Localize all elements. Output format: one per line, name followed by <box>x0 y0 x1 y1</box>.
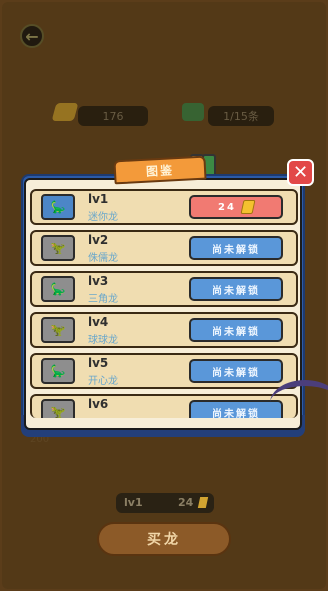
buy-dragon-button[interactable]: 买龙 <box>97 522 231 556</box>
list-item: 🦖 lv6 尚未解锁 <box>30 394 298 418</box>
list-item: 🦕 lv3 三角龙 尚未解锁 <box>30 271 298 307</box>
background-decoration <box>270 380 328 426</box>
dinosaur-name: 迷你龙 <box>88 212 118 223</box>
buy-price: 24 <box>178 496 194 509</box>
dinosaur-name: 三角龙 <box>88 294 118 305</box>
dinosaur-avatar: 🦖 <box>41 235 75 261</box>
level-label: lv2 <box>88 233 109 247</box>
locked-button[interactable]: 尚未解锁 <box>189 236 283 260</box>
dinosaur-avatar: 🦕 <box>41 194 75 220</box>
dinosaur-name: 球球龙 <box>88 335 118 346</box>
list-item: 🦖 lv4 球球龙 尚未解锁 <box>30 312 298 348</box>
dinosaur-list: 🦕 lv1 迷你龙 24 🦖 lv2 侏儒龙 尚未解锁 🦕 lv3 三角龙 尚未… <box>30 189 298 423</box>
buy-level-bar: lv1 24 <box>116 493 214 513</box>
level-label: lv3 <box>88 274 109 288</box>
locked-button[interactable]: 尚未解锁 <box>189 400 283 418</box>
buy-level-label: lv1 <box>124 496 143 509</box>
locked-button[interactable]: 尚未解锁 <box>189 359 283 383</box>
level-label: lv5 <box>88 356 109 370</box>
modal-title: 图鉴 <box>113 155 207 185</box>
level-label: lv4 <box>88 315 109 329</box>
level-label: lv1 <box>88 192 109 206</box>
list-item: 🦖 lv2 侏儒龙 尚未解锁 <box>30 230 298 266</box>
list-item: 🦕 lv5 开心龙 尚未解锁 <box>30 353 298 389</box>
dinosaur-name: 开心龙 <box>88 376 118 387</box>
coin-icon <box>197 497 209 508</box>
level-label: lv6 <box>88 397 109 411</box>
list-item: 🦕 lv1 迷你龙 24 <box>30 189 298 225</box>
close-button[interactable]: ✕ <box>287 159 314 186</box>
coin-icon <box>240 200 256 214</box>
price-button[interactable]: 24 <box>189 195 283 219</box>
locked-button[interactable]: 尚未解锁 <box>189 318 283 342</box>
dinosaur-avatar: 🦕 <box>41 358 75 384</box>
dinosaur-avatar: 🦖 <box>41 317 75 343</box>
dinosaur-avatar: 🦕 <box>41 276 75 302</box>
close-icon: ✕ <box>292 162 309 183</box>
dinosaur-name: 侏儒龙 <box>88 253 118 264</box>
dinosaur-avatar: 🦖 <box>41 399 75 418</box>
locked-button[interactable]: 尚未解锁 <box>189 277 283 301</box>
